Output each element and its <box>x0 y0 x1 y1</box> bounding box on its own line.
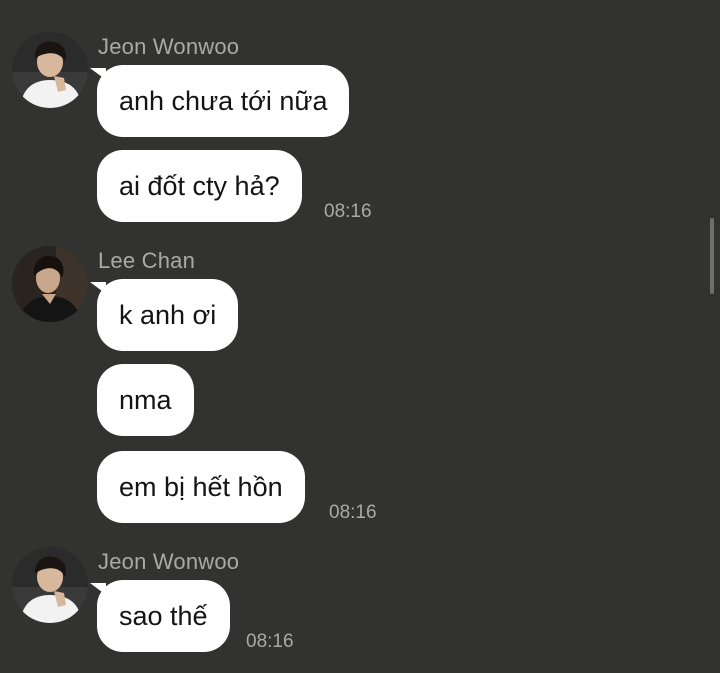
message-bubble[interactable]: sao thế <box>97 580 230 652</box>
message-bubble[interactable]: nma <box>97 364 194 436</box>
message-timestamp: 08:16 <box>324 201 372 222</box>
profile-photo-icon <box>12 246 88 322</box>
profile-photo-icon <box>12 547 88 623</box>
avatar[interactable] <box>12 547 88 623</box>
avatar[interactable] <box>12 246 88 322</box>
sender-name: Jeon Wonwoo <box>98 549 240 574</box>
message-bubble[interactable]: ai đốt cty hả? <box>97 150 302 222</box>
scrollbar[interactable] <box>710 218 714 294</box>
message-timestamp: 08:16 <box>329 502 377 523</box>
sender-name: Lee Chan <box>98 248 196 273</box>
message-bubble[interactable]: anh chưa tới nữa <box>97 65 350 137</box>
avatar[interactable] <box>12 32 88 108</box>
message-timestamp: 08:16 <box>246 631 294 652</box>
message-bubble[interactable]: em bị hết hồn <box>97 451 305 523</box>
profile-photo-icon <box>12 32 88 108</box>
sender-name: Jeon Wonwoo <box>98 34 240 59</box>
message-bubble[interactable]: k anh ơi <box>97 279 239 351</box>
